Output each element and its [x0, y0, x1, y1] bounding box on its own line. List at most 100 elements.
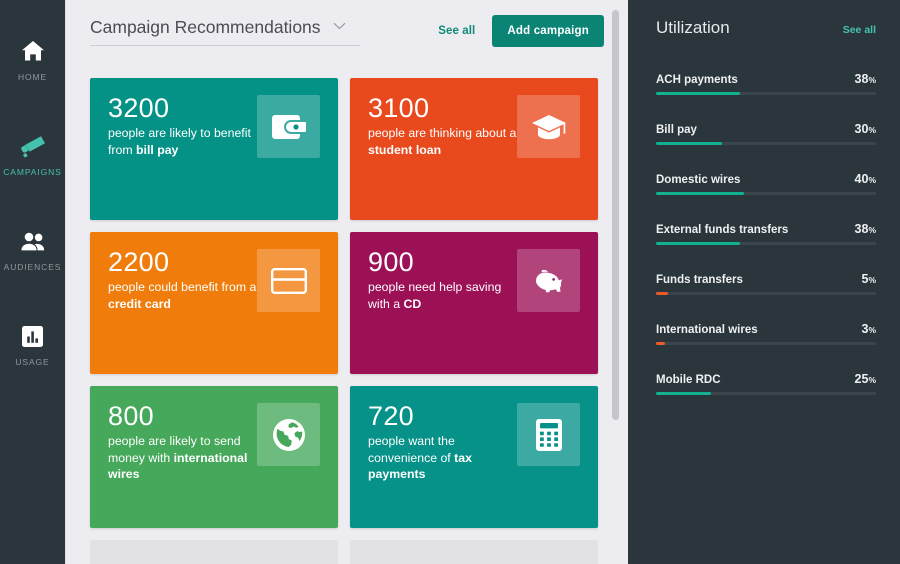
utilization-progress-track	[656, 392, 876, 395]
utilization-item[interactable]: Bill pay 30%	[656, 122, 876, 145]
utilization-item-number: 25	[854, 372, 869, 386]
card-text-plain: people are thinking about a	[368, 126, 517, 141]
card-description: people are likely to benefit from bill p…	[108, 125, 258, 158]
wallet-icon	[257, 95, 320, 158]
card-description: people could benefit from a credit card	[108, 279, 258, 312]
utilization-progress-fill	[656, 142, 722, 145]
utilization-item-row: ACH payments 38%	[656, 72, 876, 86]
card-text-bold: student loan	[368, 142, 442, 157]
campaign-view-selector[interactable]: Campaign Recommendations	[90, 17, 360, 46]
card-text-bold: CD	[403, 296, 422, 311]
utilization-item-row: Mobile RDC 25%	[656, 372, 876, 386]
utilization-item-number: 38	[854, 222, 869, 236]
utilization-progress-fill	[656, 92, 740, 95]
next-row-partial	[66, 540, 628, 564]
percent-symbol: %	[868, 125, 876, 135]
app-root: HOME CAMPAIGNS AUDIENCES USAGE Campaign …	[0, 0, 900, 564]
sidebar-item-campaigns-label: CAMPAIGNS	[3, 167, 62, 177]
utilization-item[interactable]: ACH payments 38%	[656, 72, 876, 95]
sidebar-item-audiences[interactable]: AUDIENCES	[0, 216, 65, 284]
add-campaign-button[interactable]: Add campaign	[492, 15, 604, 47]
campaign-cards-scroll-area: 3200 people are likely to benefit from b…	[66, 62, 628, 564]
card-text-bold: bill pay	[136, 142, 179, 157]
card-description: people are thinking about a student loan	[368, 125, 518, 158]
people-icon	[20, 228, 46, 254]
utilization-item[interactable]: Mobile RDC 25%	[656, 372, 876, 395]
card-text-plain: people could benefit from a	[108, 280, 257, 295]
utilization-item-label: Domestic wires	[656, 174, 741, 186]
card-description: people are likely to send money with int…	[108, 433, 258, 482]
utilization-header: Utilization See all	[656, 18, 876, 38]
utilization-progress-track	[656, 92, 876, 95]
utilization-item[interactable]: Domestic wires 40%	[656, 172, 876, 195]
utilization-progress-fill	[656, 242, 740, 245]
campaign-cards-grid: 3200 people are likely to benefit from b…	[66, 62, 628, 528]
page-title: Campaign Recommendations	[90, 17, 321, 37]
utilization-item-label: Mobile RDC	[656, 374, 721, 386]
campaign-card[interactable]: 3100 people are thinking about a student…	[350, 78, 598, 220]
utilization-item-value: 38%	[855, 222, 876, 236]
left-sidebar: HOME CAMPAIGNS AUDIENCES USAGE	[0, 0, 65, 564]
content-toolbar: Campaign Recommendations See all Add cam…	[66, 0, 628, 62]
chevron-down-icon[interactable]	[333, 17, 346, 35]
utilization-item-number: 40	[854, 172, 869, 186]
campaign-card[interactable]: 900 people need help saving with a CD	[350, 232, 598, 374]
percent-symbol: %	[868, 275, 876, 285]
credit-card-icon	[257, 249, 320, 312]
utilization-item-value: 25%	[855, 372, 876, 386]
megaphone-icon	[20, 133, 46, 159]
utilization-progress-track	[656, 292, 876, 295]
campaign-card[interactable]: 2200 people could benefit from a credit …	[90, 232, 338, 374]
home-icon	[21, 38, 45, 64]
utilization-item-label: External funds transfers	[656, 224, 789, 236]
sidebar-item-usage[interactable]: USAGE	[0, 311, 65, 379]
utilization-progress-track	[656, 192, 876, 195]
utilization-see-all-link[interactable]: See all	[843, 24, 876, 36]
utilization-progress-fill	[656, 392, 711, 395]
utilization-item-label: Bill pay	[656, 124, 697, 136]
graduation-cap-icon	[517, 95, 580, 158]
utilization-item-number: 30	[854, 122, 869, 136]
utilization-item-label: International wires	[656, 324, 758, 336]
card-description: people need help saving with a CD	[368, 279, 518, 312]
utilization-item-value: 40%	[855, 172, 876, 186]
campaign-card-partial[interactable]	[350, 540, 598, 564]
card-text-plain: people want the convenience of	[368, 434, 455, 465]
utilization-progress-fill	[656, 292, 669, 295]
sidebar-item-home[interactable]: HOME	[0, 26, 65, 94]
utilization-progress-track	[656, 342, 876, 345]
utilization-panel: Utilization See all ACH payments 38% Bil…	[628, 0, 900, 564]
main-content: Campaign Recommendations See all Add cam…	[65, 0, 628, 564]
bar-chart-icon	[21, 323, 44, 349]
utilization-item[interactable]: International wires 3%	[656, 322, 876, 345]
utilization-item-row: Bill pay 30%	[656, 122, 876, 136]
utilization-item-row: Funds transfers 5%	[656, 272, 876, 286]
card-text-plain: people are likely to benefit from	[108, 126, 251, 157]
utilization-item-label: ACH payments	[656, 74, 738, 86]
card-text-plain: people need help saving with a	[368, 280, 502, 311]
campaign-card-partial[interactable]	[90, 540, 338, 564]
utilization-item-row: Domestic wires 40%	[656, 172, 876, 186]
utilization-progress-track	[656, 242, 876, 245]
sidebar-item-campaigns[interactable]: CAMPAIGNS	[0, 121, 65, 189]
utilization-item-value: 5%	[861, 272, 876, 286]
percent-symbol: %	[868, 375, 876, 385]
utilization-item-row: External funds transfers 38%	[656, 222, 876, 236]
percent-symbol: %	[868, 325, 876, 335]
campaign-card[interactable]: 800 people are likely to send money with…	[90, 386, 338, 528]
sidebar-item-usage-label: USAGE	[15, 357, 50, 367]
utilization-item[interactable]: Funds transfers 5%	[656, 272, 876, 295]
utilization-item-row: International wires 3%	[656, 322, 876, 336]
utilization-progress-fill	[656, 192, 744, 195]
vertical-scrollbar[interactable]	[612, 10, 619, 420]
globe-icon	[257, 403, 320, 466]
utilization-progress-fill	[656, 342, 665, 345]
campaign-card[interactable]: 3200 people are likely to benefit from b…	[90, 78, 338, 220]
utilization-item-value: 38%	[855, 72, 876, 86]
percent-symbol: %	[868, 75, 876, 85]
see-all-campaigns-link[interactable]: See all	[438, 25, 475, 37]
utilization-item[interactable]: External funds transfers 38%	[656, 222, 876, 245]
utilization-progress-track	[656, 142, 876, 145]
utilization-item-value: 3%	[861, 322, 876, 336]
campaign-card[interactable]: 720 people want the convenience of tax p…	[350, 386, 598, 528]
